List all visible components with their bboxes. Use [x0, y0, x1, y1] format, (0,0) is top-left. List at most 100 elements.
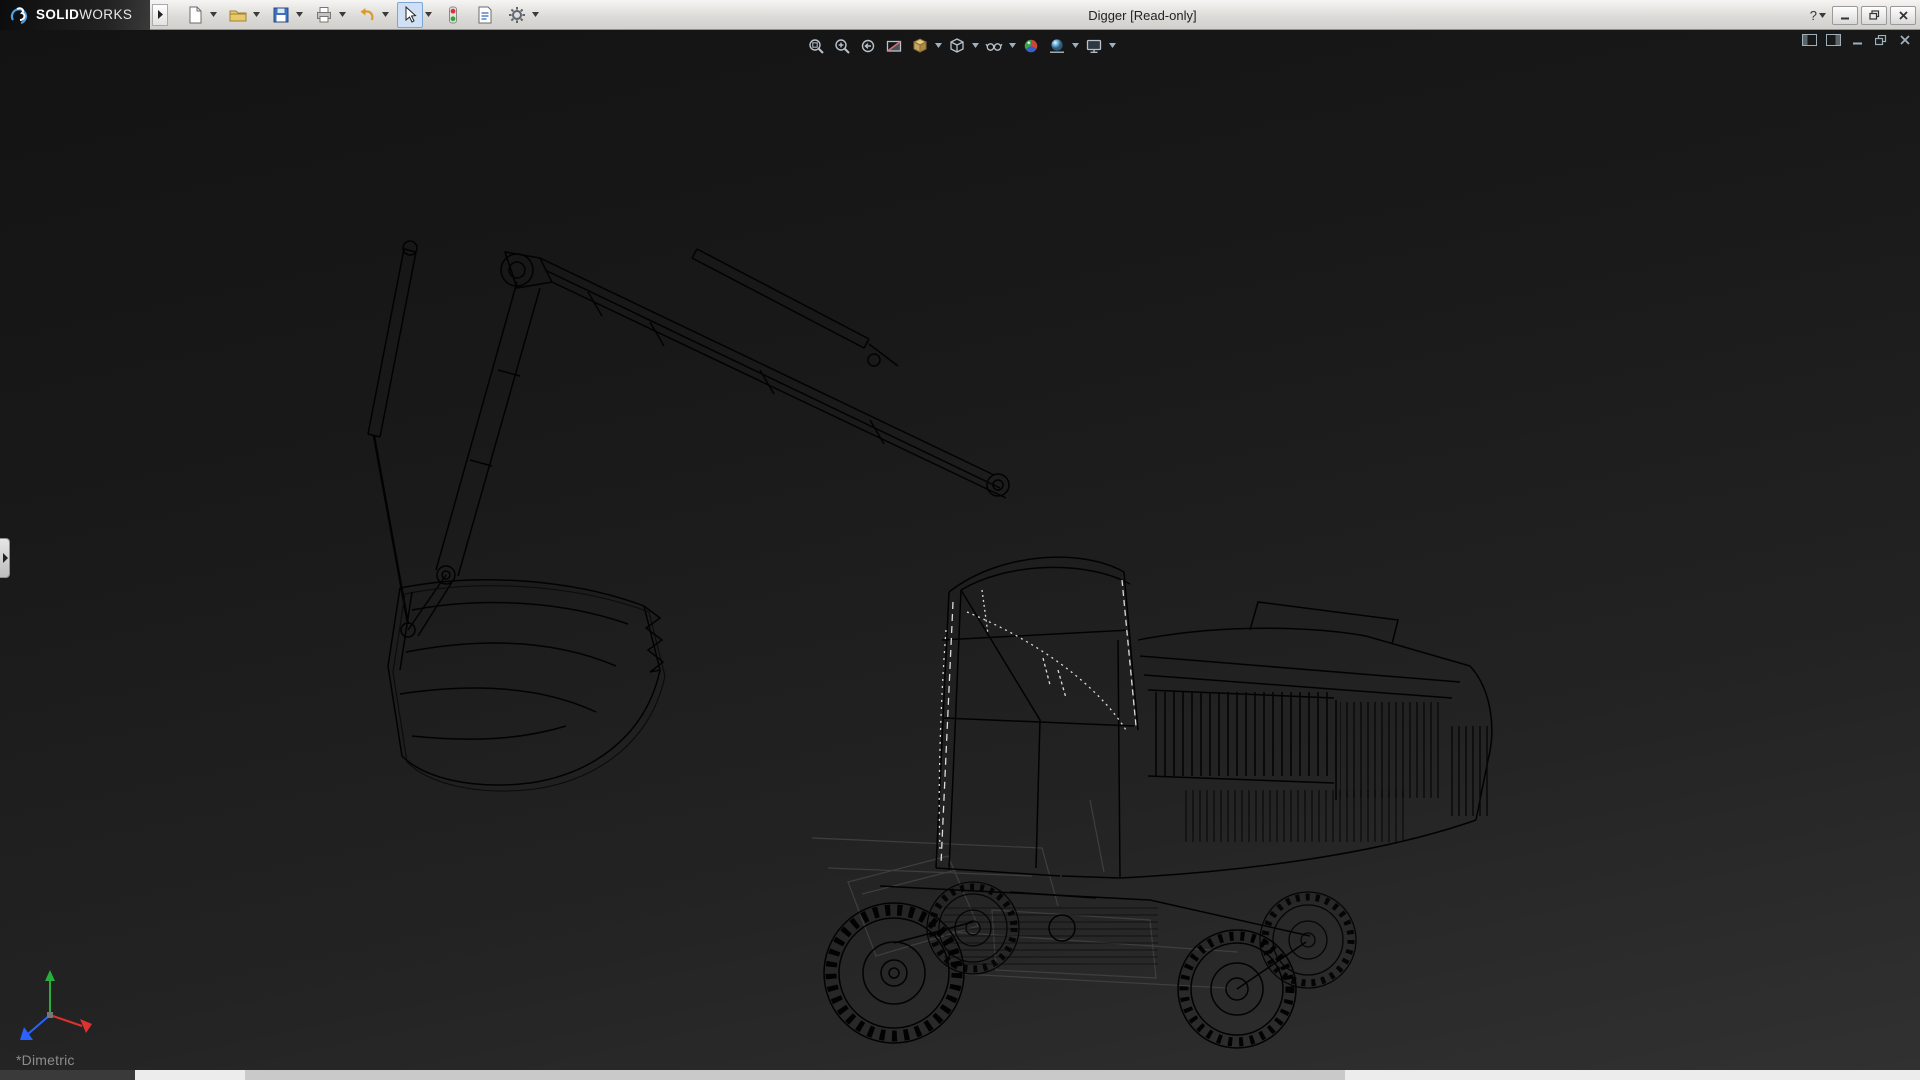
view-orientation-button[interactable]: [907, 33, 932, 58]
zoom-to-area-button[interactable]: [829, 33, 854, 58]
document-title: Digger [Read-only]: [1088, 0, 1196, 30]
chevron-down-icon: [296, 12, 303, 17]
apply-scene-icon: [1048, 37, 1066, 55]
chevron-down-icon: [1819, 13, 1826, 18]
expand-right-icon: [157, 10, 164, 19]
digger-wireframe-model: [0, 30, 1920, 1070]
chevron-down-icon: [210, 12, 217, 17]
chevron-down-icon: [935, 43, 942, 48]
hide-show-items-dropdown[interactable]: [1007, 33, 1017, 58]
hide-show-items-button[interactable]: [981, 33, 1006, 58]
apply-scene-dropdown[interactable]: [1070, 33, 1080, 58]
chevron-down-icon: [339, 12, 346, 17]
rebuild-stoplight-icon: [443, 5, 463, 25]
graphics-viewport[interactable]: *Dimetric: [0, 30, 1920, 1070]
view-settings-dropdown[interactable]: [1107, 33, 1117, 58]
display-style-button[interactable]: [944, 33, 969, 58]
open-folder-icon: [228, 5, 248, 25]
expand-panel-arrow-icon: [2, 553, 8, 563]
apply-scene-button[interactable]: [1044, 33, 1069, 58]
doc-restore-button[interactable]: [1872, 32, 1890, 48]
display-style-dropdown[interactable]: [970, 33, 980, 58]
chevron-down-icon: [253, 12, 260, 17]
print-icon: [314, 5, 334, 25]
options-gear-icon: [507, 5, 527, 25]
minimize-icon: [1852, 35, 1863, 45]
pane-left-icon: [1802, 34, 1817, 46]
save-dropdown[interactable]: [294, 2, 305, 28]
minimize-icon: [1840, 11, 1850, 20]
view-orientation-label: *Dimetric: [16, 1052, 75, 1068]
view-orientation-cube-icon: [911, 37, 929, 55]
viewport-window-controls: [1800, 32, 1914, 48]
rebuild-button[interactable]: [440, 2, 466, 28]
menu-expand-button[interactable]: [152, 4, 168, 26]
file-properties-icon: [475, 5, 495, 25]
open-dropdown[interactable]: [251, 2, 262, 28]
status-strip: [0, 1070, 1920, 1080]
select-dropdown[interactable]: [423, 2, 434, 28]
help-button[interactable]: ?: [1807, 8, 1829, 23]
status-strip-mid-segment: [245, 1070, 1345, 1080]
zoom-to-fit-icon: [807, 37, 825, 55]
file-properties-button[interactable]: [472, 2, 498, 28]
solidworks-logo: SOLIDWORKS: [0, 0, 150, 30]
print-button[interactable]: [311, 2, 337, 28]
restore-icon: [1869, 10, 1880, 20]
view-settings-button[interactable]: [1081, 33, 1106, 58]
zoom-to-fit-button[interactable]: [803, 33, 828, 58]
edit-appearance-icon: [1022, 37, 1040, 55]
doc-close-button[interactable]: [1896, 32, 1914, 48]
help-label: ?: [1810, 8, 1817, 23]
section-view-icon: [885, 37, 903, 55]
options-button[interactable]: [504, 2, 530, 28]
app-minimize-button[interactable]: [1832, 6, 1858, 25]
chevron-down-icon: [1109, 43, 1116, 48]
save-icon: [271, 5, 291, 25]
orientation-triad: [20, 970, 92, 1040]
status-strip-dark-segment: [0, 1070, 135, 1080]
new-document-dropdown[interactable]: [208, 2, 219, 28]
undo-button[interactable]: [354, 2, 380, 28]
featuremanager-collapse-handle[interactable]: [0, 538, 10, 578]
previous-view-button[interactable]: [855, 33, 880, 58]
close-icon: [1899, 11, 1908, 20]
section-view-button[interactable]: [881, 33, 906, 58]
doc-minimize-button[interactable]: [1848, 32, 1866, 48]
solidworks-app: SOLIDWORKS: [0, 0, 1920, 1080]
select-cursor-icon: [400, 5, 420, 25]
app-restore-button[interactable]: [1861, 6, 1887, 25]
chevron-down-icon: [972, 43, 979, 48]
view-settings-icon: [1085, 37, 1103, 55]
save-button[interactable]: [268, 2, 294, 28]
edit-appearance-button[interactable]: [1018, 33, 1043, 58]
new-document-button[interactable]: [182, 2, 208, 28]
titlebar: SOLIDWORKS: [0, 0, 1920, 30]
undo-icon: [357, 5, 377, 25]
view-orientation-dropdown[interactable]: [933, 33, 943, 58]
titlebar-controls: ?: [1807, 0, 1916, 30]
hide-show-items-icon: [985, 37, 1003, 55]
chevron-down-icon: [382, 12, 389, 17]
print-dropdown[interactable]: [337, 2, 348, 28]
undo-dropdown[interactable]: [380, 2, 391, 28]
pane-right-icon: [1826, 34, 1841, 46]
restore-icon: [1875, 35, 1887, 46]
chevron-down-icon: [532, 12, 539, 17]
zoom-to-area-icon: [833, 37, 851, 55]
select-button[interactable]: [397, 2, 423, 28]
chevron-down-icon: [1072, 43, 1079, 48]
heads-up-toolbar: [803, 33, 1117, 58]
open-button[interactable]: [225, 2, 251, 28]
options-dropdown[interactable]: [530, 2, 541, 28]
display-style-icon: [948, 37, 966, 55]
brand-text: SOLIDWORKS: [36, 7, 132, 22]
pane-left-button[interactable]: [1800, 32, 1818, 48]
new-document-icon: [185, 5, 205, 25]
chevron-down-icon: [425, 12, 432, 17]
dassault-3ds-logo-icon: [8, 5, 30, 25]
app-close-button[interactable]: [1890, 6, 1916, 25]
previous-view-icon: [859, 37, 877, 55]
pane-right-button[interactable]: [1824, 32, 1842, 48]
close-icon: [1900, 35, 1910, 45]
